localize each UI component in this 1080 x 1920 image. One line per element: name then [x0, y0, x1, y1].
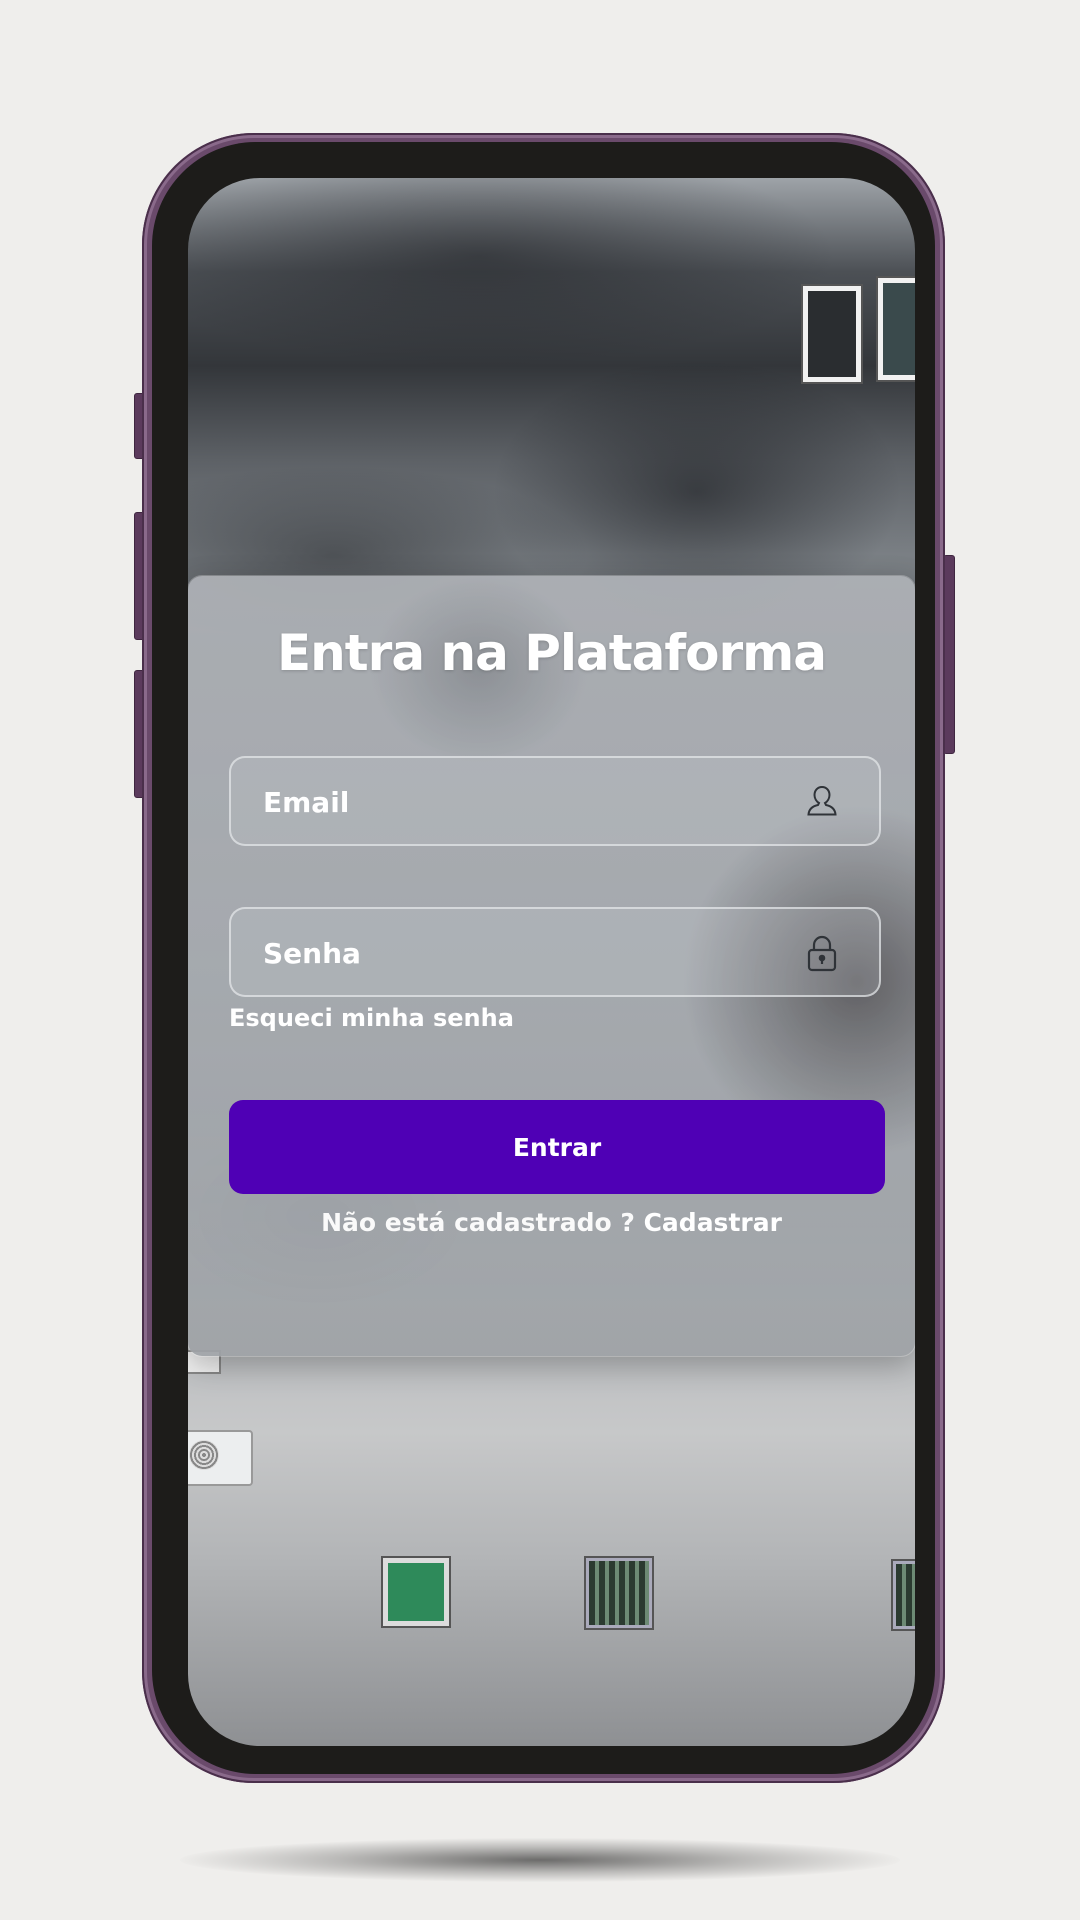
email-field[interactable] — [229, 756, 881, 846]
background-building-window — [878, 278, 915, 380]
forgot-password-link[interactable]: Esqueci minha senha — [229, 1004, 514, 1032]
device-shadow — [180, 1838, 900, 1882]
signup-prompt-text: Não está cadastrado ? — [321, 1208, 644, 1237]
phone-bezel: Entra na Plataforma Email Esqueci minha … — [152, 142, 935, 1774]
page-title: Entra na Plataforma — [277, 624, 827, 682]
phone-frame: Entra na Plataforma Email Esqueci minha … — [142, 133, 945, 1783]
user-icon — [805, 784, 839, 820]
background-building-window — [803, 286, 861, 382]
email-input[interactable] — [261, 758, 785, 846]
background-building-window — [586, 1558, 652, 1628]
password-field[interactable] — [229, 907, 881, 997]
login-card: Entra na Plataforma Email Esqueci minha … — [188, 576, 915, 1356]
lock-icon — [805, 935, 839, 972]
password-input[interactable] — [261, 909, 785, 997]
background-building-window — [383, 1558, 449, 1626]
background-ac-unit — [188, 1430, 253, 1486]
signup-link[interactable]: Cadastrar — [644, 1208, 782, 1237]
signup-prompt: Não está cadastrado ? Cadastrar — [188, 1208, 915, 1237]
login-button[interactable]: Entrar — [229, 1100, 885, 1194]
background-building-window — [893, 1561, 915, 1629]
mockup-stage: Entra na Plataforma Email Esqueci minha … — [0, 0, 1080, 1920]
app-screen: Entra na Plataforma Email Esqueci minha … — [188, 178, 915, 1746]
